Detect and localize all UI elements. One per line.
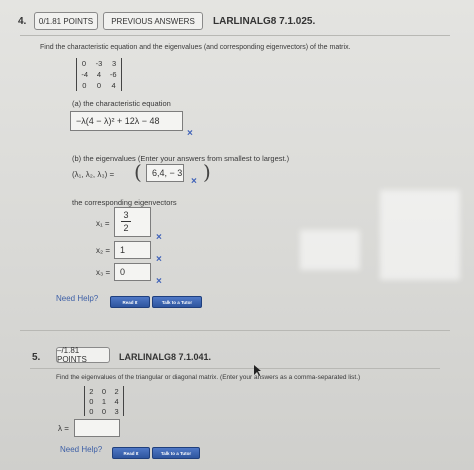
matrix-row: 014 <box>89 396 119 406</box>
points-badge: 0/1.81 POINTS <box>34 12 98 30</box>
matrix: 0 -3 3 -4 4 -6 004 <box>76 58 122 91</box>
screen-glare <box>300 230 360 270</box>
question-divider <box>20 330 450 331</box>
question-number: 4. <box>18 16 27 27</box>
eigenvector-x3-input[interactable]: 0 <box>114 263 151 281</box>
x1-denominator: 2 <box>123 223 129 233</box>
question-number: 5. <box>32 352 41 363</box>
previous-answers-button[interactable]: PREVIOUS ANSWERS <box>103 12 203 30</box>
talk-to-tutor-button[interactable]: Talk to a Tutor <box>152 296 202 308</box>
read-it-button[interactable]: Read It <box>110 296 150 308</box>
header-divider <box>20 35 450 36</box>
lambda-label: λ = <box>58 424 69 433</box>
eigenvector-x1-input[interactable]: 3 2 <box>114 207 151 237</box>
talk-to-tutor-button[interactable]: Talk to a Tutor <box>152 447 200 459</box>
eigenvalues-list-input[interactable] <box>74 419 120 437</box>
need-help-label: Need Help? <box>60 445 103 454</box>
matrix: 202 014 003 <box>84 386 124 416</box>
x1-fraction: 3 2 <box>121 210 131 233</box>
x1-label: x₁ = <box>96 219 110 228</box>
problem-code: LARLINALG8 7.1.041. <box>119 352 212 362</box>
question-prompt: Find the eigenvalues of the triangular o… <box>56 374 361 381</box>
matrix-row: 004 <box>82 81 116 90</box>
read-it-button[interactable]: Read It <box>112 447 150 459</box>
matrix-row: 0 -3 3 <box>81 59 117 68</box>
matrix-row: -4 4 -6 <box>81 70 117 79</box>
part-b-label: (b) the eigenvalues (Enter your answers … <box>72 154 290 163</box>
mouse-cursor-icon <box>254 365 261 376</box>
incorrect-x-icon: × <box>156 232 162 243</box>
fraction-bar <box>121 221 131 222</box>
incorrect-x-icon: × <box>191 176 197 187</box>
eigenvalue-tuple-label: (λ₁, λ₂, λ₃) = <box>72 170 115 179</box>
incorrect-x-icon: × <box>156 254 162 265</box>
eigenvector-x2-input[interactable]: 1 <box>114 241 151 259</box>
points-badge: –/1.81 POINTS <box>56 346 110 364</box>
header-divider <box>30 368 440 369</box>
incorrect-x-icon: × <box>187 128 193 139</box>
screen-glare <box>380 190 460 280</box>
right-paren-icon: ) <box>203 160 211 184</box>
eigenvectors-label: the corresponding eigenvectors <box>72 198 177 207</box>
x2-label: x₂ = <box>96 246 110 255</box>
x3-label: x₃ = <box>96 268 111 277</box>
x1-numerator: 3 <box>123 210 129 220</box>
matrix-row: 202 <box>89 386 119 396</box>
matrix-row: 003 <box>89 406 119 416</box>
need-help-label: Need Help? <box>56 294 99 303</box>
question-prompt: Find the characteristic equation and the… <box>40 44 351 51</box>
incorrect-x-icon: × <box>156 276 162 287</box>
eigenvalues-input[interactable]: 6,4, − 3 <box>146 164 184 182</box>
problem-code: LARLINALG8 7.1.025. <box>213 16 316 27</box>
characteristic-equation-input[interactable]: −λ(4 − λ)² + 12λ − 48 <box>70 111 183 131</box>
left-paren-icon: ( <box>134 160 142 184</box>
part-a-label: (a) the characteristic equation <box>72 99 171 108</box>
